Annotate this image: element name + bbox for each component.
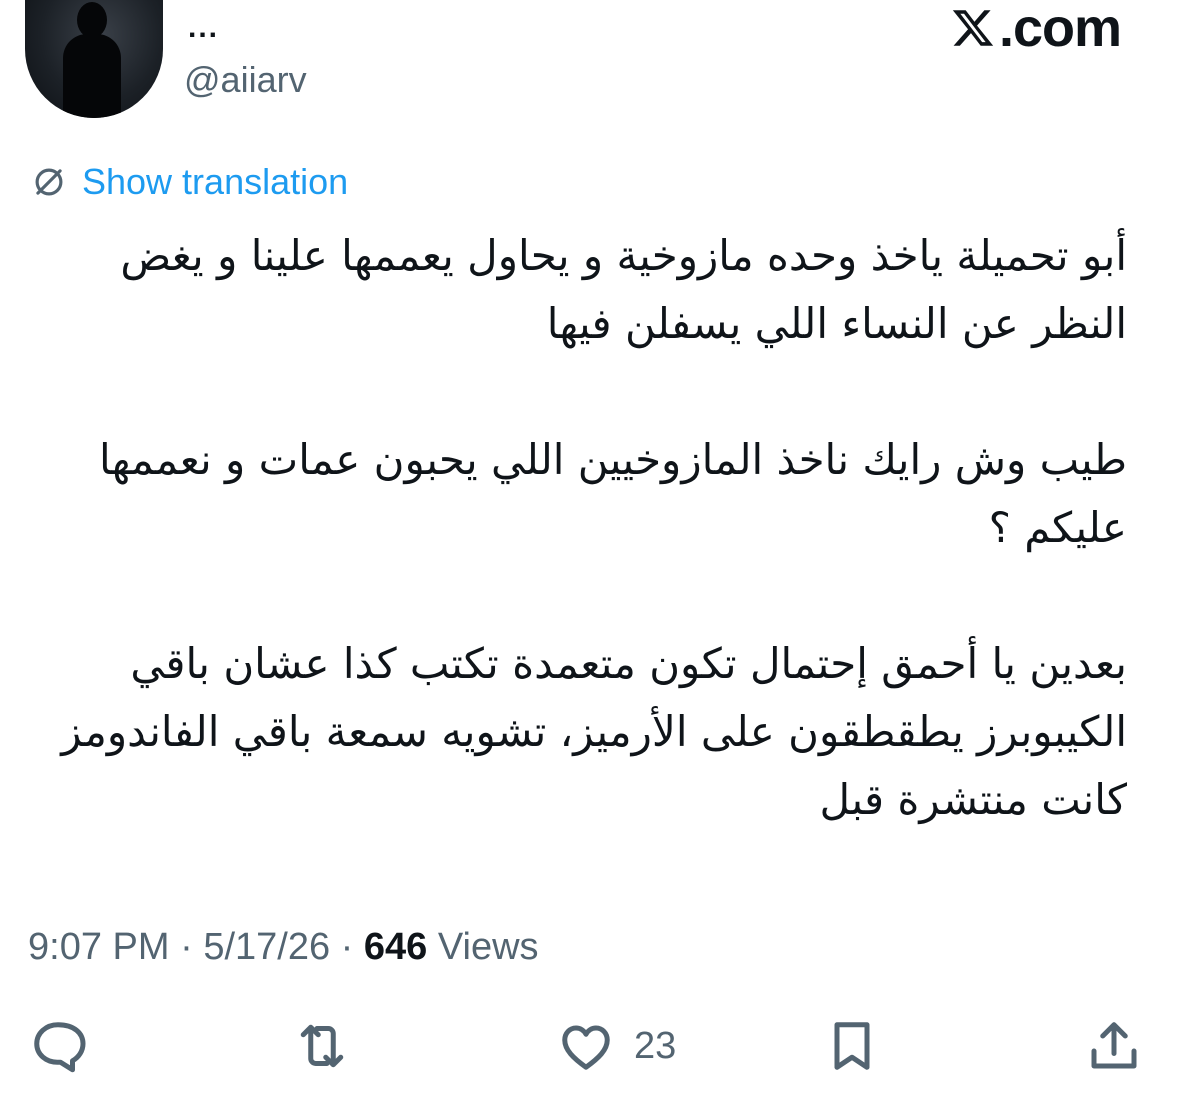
- heart-icon: [562, 1025, 610, 1070]
- show-translation-label: Show translation: [82, 161, 349, 202]
- user-handle[interactable]: @aiiarv: [184, 58, 307, 102]
- retweet-icon: [300, 1024, 344, 1068]
- show-translation-link[interactable]: Show translation: [30, 160, 348, 204]
- share-button[interactable]: [1084, 1016, 1144, 1076]
- like-button[interactable]: 23: [556, 1016, 676, 1076]
- tweet-paragraph: طيب وش رايك ناخذ المازوخيين اللي يحبون ع…: [99, 435, 1127, 552]
- display-name[interactable]: ...: [188, 8, 219, 48]
- action-bar: 23: [0, 1016, 1179, 1082]
- views-label: Views: [437, 926, 539, 968]
- brand-domain-label: .com: [998, 0, 1122, 58]
- views-count: 646: [363, 926, 428, 968]
- tweet-time[interactable]: 9:07 PM: [28, 926, 170, 968]
- reply-button[interactable]: [28, 1016, 88, 1076]
- x-logo-icon: [952, 10, 994, 46]
- retweet-button[interactable]: [292, 1016, 352, 1076]
- translate-globe-icon: [35, 168, 63, 196]
- tweet-text: أبو تحميلة ياخذ وحده مازوخية و يحاول يعم…: [60, 222, 1127, 834]
- tweet-paragraph: بعدين يا أحمق إحتمال تكون متعمدة تكتب كذ…: [61, 639, 1127, 824]
- tweet-date[interactable]: 5/17/26: [203, 926, 330, 968]
- brand-watermark: .com: [949, 0, 1122, 58]
- avatar-silhouette-head: [77, 2, 107, 38]
- reply-icon: [34, 1022, 86, 1073]
- meta-separator: ·: [340, 926, 354, 968]
- avatar[interactable]: [25, 0, 163, 118]
- tweet-paragraph: أبو تحميلة ياخذ وحده مازوخية و يحاول يعم…: [120, 231, 1127, 348]
- avatar-silhouette-body: [63, 34, 121, 118]
- meta-separator: ·: [180, 926, 193, 968]
- share-icon: [1091, 1022, 1137, 1069]
- bookmark-button[interactable]: [822, 1016, 882, 1076]
- tweet-meta: 9:07 PM · 5/17/26 · 646 Views: [28, 920, 539, 974]
- like-count: 23: [634, 1024, 677, 1067]
- bookmark-icon: [834, 1022, 870, 1070]
